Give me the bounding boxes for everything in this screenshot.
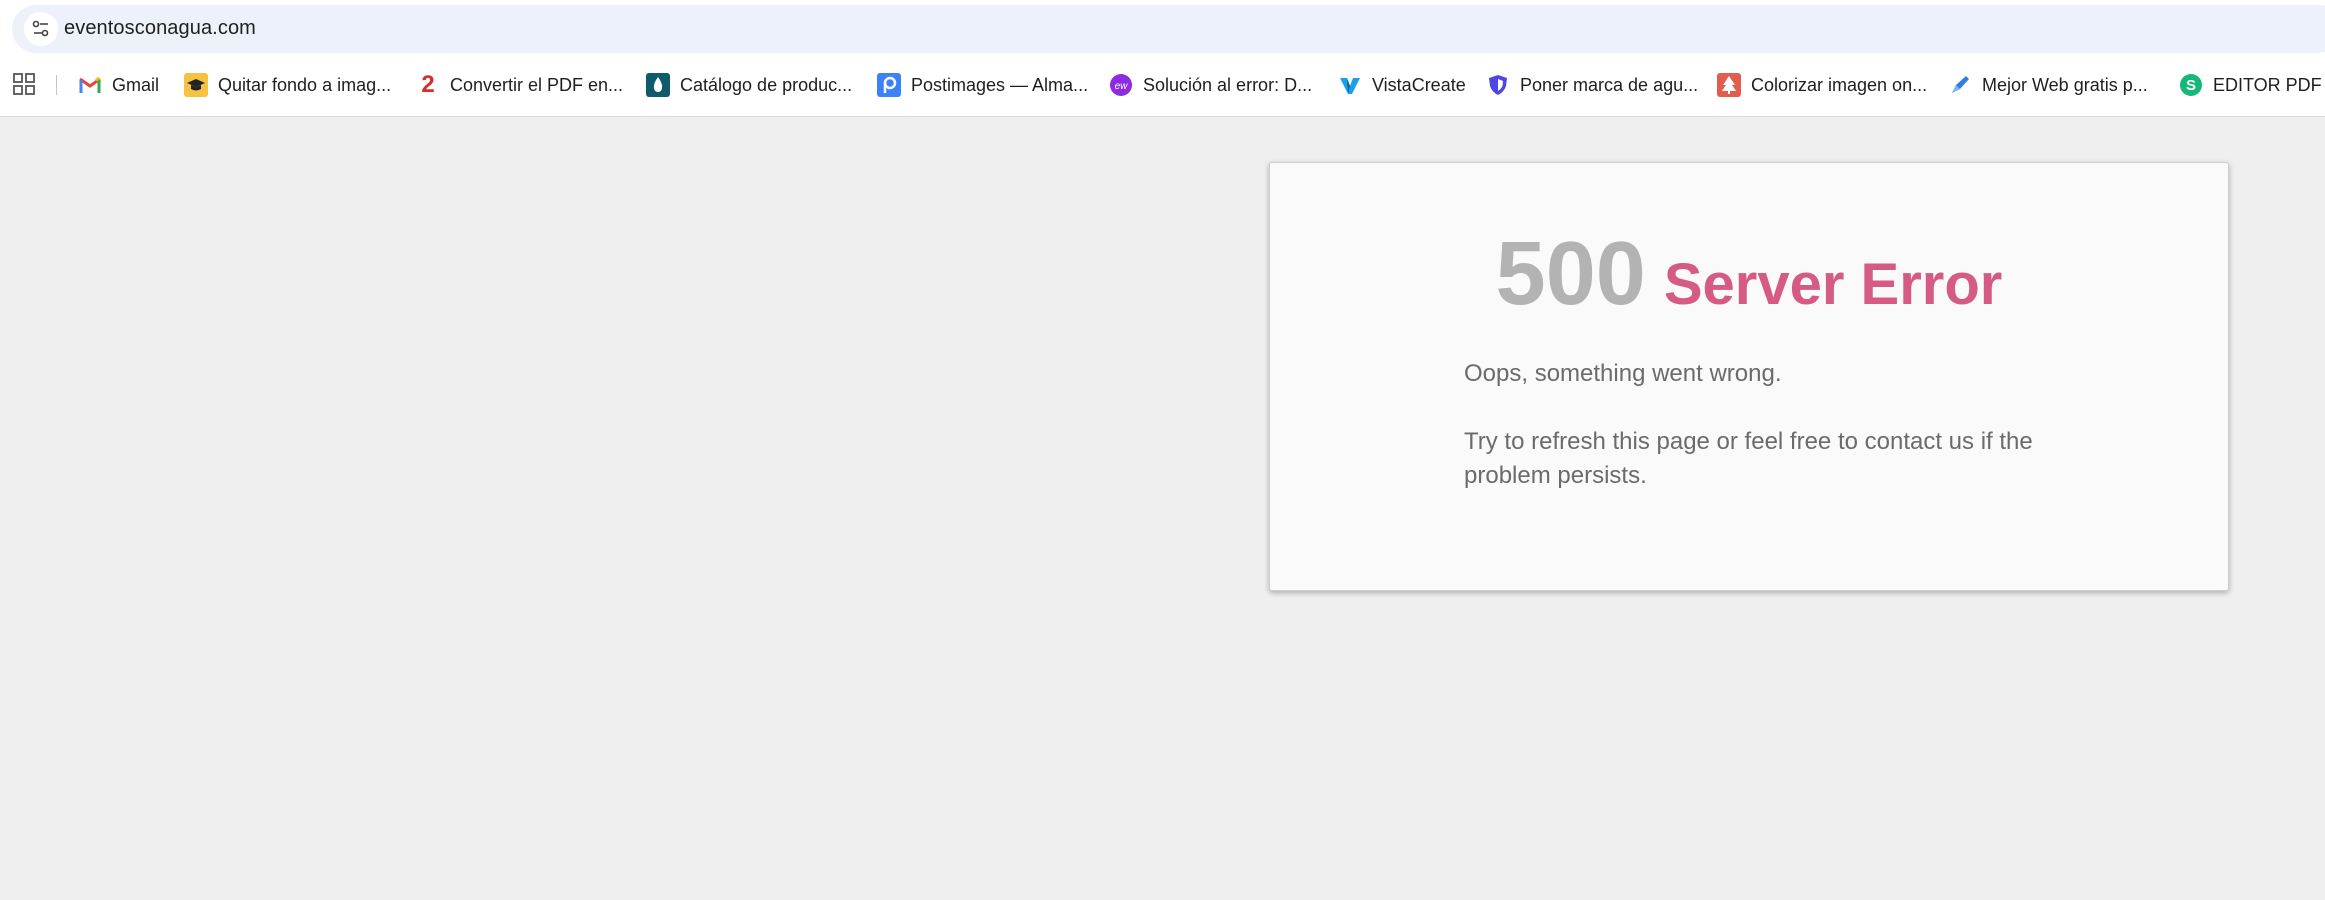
- tune-icon: [32, 20, 49, 37]
- error-message: Oops, something went wrong.: [1464, 360, 1782, 387]
- site-info-button[interactable]: [24, 12, 58, 46]
- vistacreate-icon: [1338, 73, 1362, 97]
- s-icon: S: [2179, 73, 2203, 97]
- bookmark-label: Quitar fondo a imag...: [218, 74, 392, 95]
- bookmark-marca-agua[interactable]: Poner marca de agu...: [1486, 70, 1698, 100]
- browser-chrome: eventosconagua.com Gmail Quitar fondo a …: [0, 0, 2325, 117]
- pdf-2-icon: 2: [421, 71, 435, 98]
- error-heading: 500 Server Error: [1270, 223, 2228, 326]
- bookmark-editor-pdf[interactable]: S EDITOR PDF: [2179, 70, 2322, 100]
- bookmark-catalogo[interactable]: Catálogo de produc...: [646, 70, 852, 100]
- bookmark-postimages[interactable]: Postimages — Alma...: [877, 70, 1088, 100]
- pen-icon: [1948, 73, 1972, 97]
- bookmark-colorizar[interactable]: Colorizar imagen on...: [1717, 70, 1927, 100]
- tree-icon: [1717, 73, 1741, 97]
- address-bar[interactable]: eventosconagua.com: [12, 5, 2325, 53]
- url-text[interactable]: eventosconagua.com: [64, 17, 256, 40]
- bookmark-solucion-error[interactable]: ew Solución al error: D...: [1109, 70, 1312, 100]
- svg-text:S: S: [2186, 77, 2196, 94]
- bookmark-label: Solución al error: D...: [1143, 74, 1313, 95]
- bookmark-label: Gmail: [112, 74, 160, 95]
- svg-text:ew: ew: [1115, 81, 1129, 92]
- bookmark-label: VistaCreate: [1372, 74, 1466, 95]
- graduation-cap-icon: [184, 73, 208, 97]
- error-help-text: Try to refresh this page or feel free to…: [1464, 428, 2033, 489]
- error-code: 500: [1495, 224, 1646, 324]
- bookmark-label: Colorizar imagen on...: [1751, 74, 1928, 95]
- bookmark-label: Catálogo de produc...: [680, 74, 853, 95]
- postimages-icon: [877, 73, 901, 97]
- error-card: 500 Server Error Oops, something went wro…: [1269, 162, 2229, 591]
- drop-icon: [646, 73, 670, 97]
- bookmark-label: Postimages — Alma...: [911, 74, 1089, 95]
- ew-icon: ew: [1109, 73, 1133, 97]
- gmail-icon: [78, 73, 102, 97]
- apps-grid-icon[interactable]: [12, 72, 36, 96]
- bookmark-label: EDITOR PDF: [2213, 74, 2322, 95]
- bookmarks-separator: [56, 75, 57, 95]
- shield-icon: [1486, 73, 1510, 97]
- bookmark-label: Poner marca de agu...: [1520, 74, 1699, 95]
- bookmark-label: Mejor Web gratis p...: [1982, 74, 2148, 95]
- error-title: Server Error: [1663, 252, 2003, 317]
- bookmark-convertir-pdf[interactable]: 2 Convertir el PDF en...: [416, 70, 623, 100]
- bookmark-gmail[interactable]: Gmail: [78, 70, 159, 100]
- bookmark-vistacreate[interactable]: VistaCreate: [1338, 70, 1466, 100]
- bookmarks-bar: Gmail Quitar fondo a imag... 2 Convertir…: [0, 62, 2325, 108]
- bookmark-quitar-fondo[interactable]: Quitar fondo a imag...: [184, 70, 391, 100]
- bookmark-label: Convertir el PDF en...: [450, 74, 624, 95]
- bookmark-mejor-web[interactable]: Mejor Web gratis p...: [1948, 70, 2148, 100]
